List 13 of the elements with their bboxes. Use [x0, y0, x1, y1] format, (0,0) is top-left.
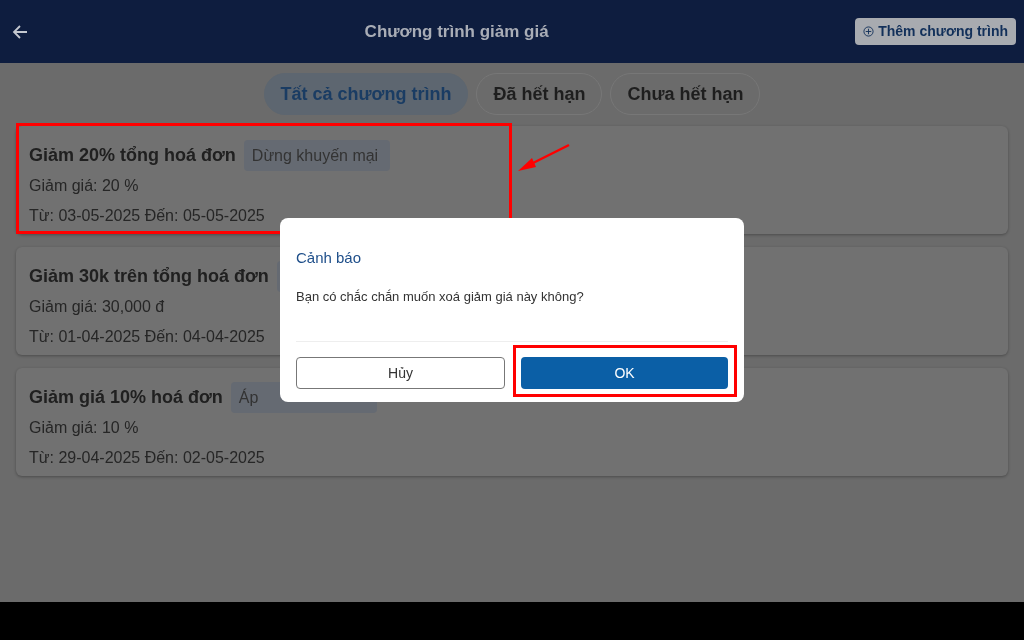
discount-period: Từ: 03-05-2025 Đến: 05-05-2025	[29, 206, 265, 226]
discount-amount: Giảm giá: 30,000 đ	[29, 297, 165, 317]
page-title: Chương trình giảm giá	[364, 20, 549, 43]
discount-period: Từ: 29-04-2025 Đến: 02-05-2025	[29, 448, 265, 468]
dialog-message: Bạn có chắc chắn muốn xoá giảm giá này không?	[296, 287, 585, 306]
discount-amount: Giảm giá: 10 %	[29, 418, 139, 438]
discount-period: Từ: 01-04-2025 Đến: 04-04-2025	[29, 327, 265, 347]
discount-title: Giảm 30k trên tổng hoá đơn	[29, 265, 269, 288]
dialog-title: Cảnh báo	[296, 248, 363, 268]
discount-amount: Giảm giá: 20 %	[29, 176, 139, 196]
status-tag: Dừng khuyến mại	[243, 140, 390, 171]
discount-title: Giảm giá 10% hoá đơn	[29, 386, 223, 409]
discount-title: Giảm 20% tổng hoá đơn	[29, 144, 236, 167]
